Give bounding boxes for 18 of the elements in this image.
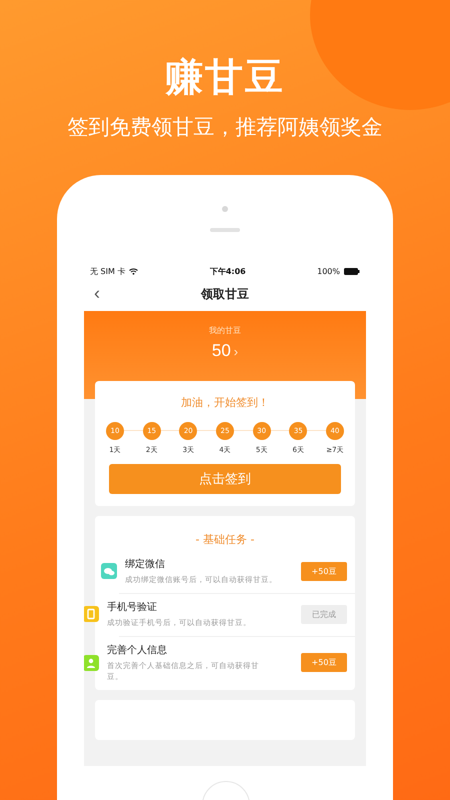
- task-action-button[interactable]: +50豆: [301, 653, 347, 672]
- checkin-button[interactable]: 点击签到: [109, 464, 341, 494]
- page-title: 领取甘豆: [201, 286, 249, 303]
- back-button[interactable]: ‹: [94, 284, 100, 302]
- task-action-button[interactable]: +50豆: [301, 562, 347, 580]
- status-time: 下午4:06: [210, 266, 246, 276]
- battery-text: 100%: [317, 266, 340, 276]
- task-title: 完善个人信息: [107, 644, 168, 657]
- checkin-title: 加油，开始签到！: [180, 395, 270, 410]
- promo-headline: 赚甘豆: [165, 54, 285, 101]
- task-title: 绑定微信: [125, 558, 166, 571]
- task-action-button[interactable]: 已完成: [301, 604, 347, 624]
- balance-label: 我的甘豆: [209, 325, 241, 336]
- promo-subtitle: 签到免费领甘豆，推荐阿姨领奖金: [68, 114, 382, 141]
- carrier-text: 无 SIM 卡: [90, 266, 126, 276]
- task-title: 手机号验证: [107, 600, 158, 614]
- section-title: - 基础任务 -: [194, 532, 256, 547]
- balance-link[interactable]: 50 ›: [212, 341, 238, 361]
